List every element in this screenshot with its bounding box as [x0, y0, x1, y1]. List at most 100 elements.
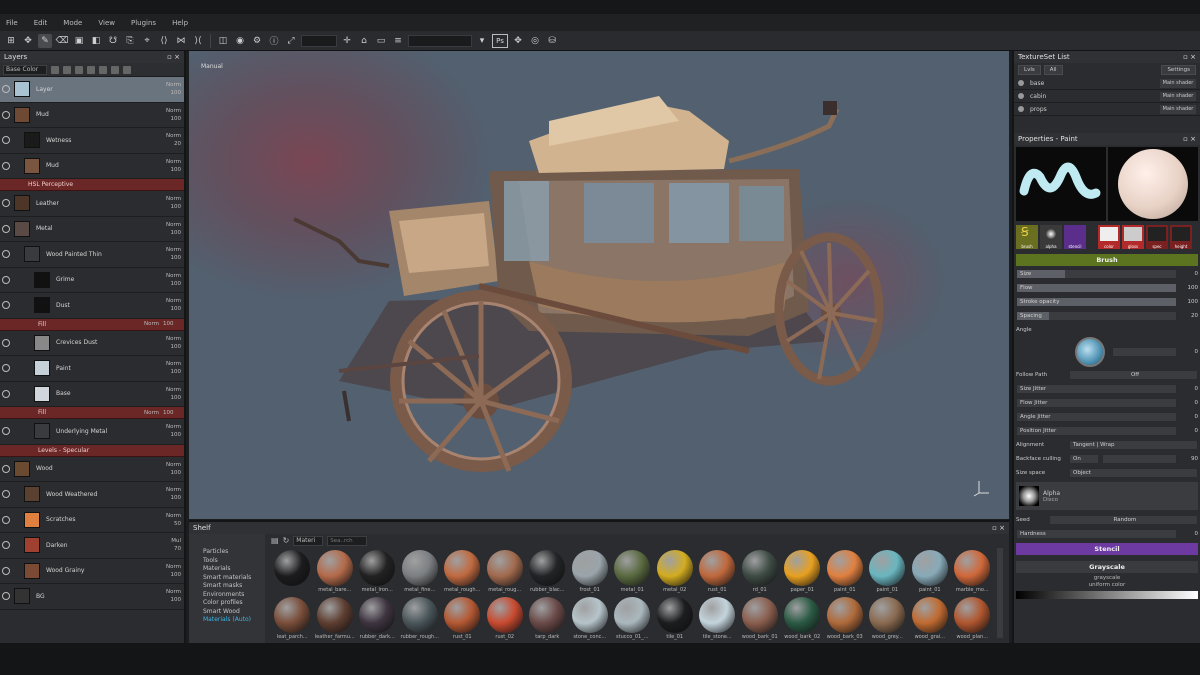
- layer-effect-row[interactable]: HSL Perceptive: [0, 179, 184, 191]
- textureset-visibility-icon[interactable]: [1018, 106, 1024, 112]
- layer-row[interactable]: BG Norm 100: [0, 584, 184, 610]
- material-item[interactable]: [271, 550, 314, 593]
- textureset-row[interactable]: props Main shader: [1014, 103, 1200, 116]
- layer-opacity[interactable]: 100: [160, 229, 182, 237]
- layer-blend-mode[interactable]: Norm: [160, 335, 181, 343]
- material-item[interactable]: wood_bark_01: [739, 597, 782, 640]
- channel-select[interactable]: Base Color: [3, 64, 47, 75]
- photoshop-button[interactable]: Ps: [492, 33, 508, 48]
- mirror-icon[interactable]: ⋈: [174, 34, 188, 48]
- textureset-row[interactable]: cabin Main shader: [1014, 90, 1200, 103]
- jitter-slider[interactable]: Angle Jitter: [1016, 411, 1177, 422]
- brush-param-slider[interactable]: Spacing: [1016, 310, 1177, 321]
- shelf-category[interactable]: Smart materials: [203, 574, 265, 583]
- hardness-slider[interactable]: Hardness: [1016, 528, 1177, 539]
- visibility-eye-icon[interactable]: [2, 85, 10, 94]
- picker-icon[interactable]: ⌖: [140, 34, 154, 48]
- shelf-category[interactable]: Tools: [203, 557, 265, 566]
- material-item[interactable]: metal_bare...: [314, 550, 357, 593]
- layer-blend-mode[interactable]: Norm: [144, 320, 159, 328]
- spec-swatch[interactable]: spec: [1146, 225, 1168, 249]
- layer-opacity[interactable]: 50: [160, 520, 181, 528]
- textureset-shader[interactable]: Main shader: [1160, 104, 1196, 114]
- alpha-swatch[interactable]: alpha: [1040, 225, 1062, 249]
- alignment-select[interactable]: Tangent | Wrap: [1069, 439, 1198, 450]
- size-space-select[interactable]: Object: [1069, 467, 1198, 478]
- textureset-close-icon[interactable]: ▫ ×: [1183, 53, 1196, 61]
- layer-effect-row[interactable]: Fill Norm 100: [0, 318, 184, 331]
- shelf-grid-icon[interactable]: ▤: [271, 536, 279, 545]
- lock-icon[interactable]: ⌂: [357, 34, 371, 48]
- material-item[interactable]: wood_grey...: [866, 597, 909, 640]
- shelf-category[interactable]: Smart masks: [203, 582, 265, 591]
- visibility-eye-icon[interactable]: [2, 110, 10, 119]
- layer-opacity[interactable]: 100: [160, 571, 182, 579]
- layer-row[interactable]: Mud Norm 100: [0, 154, 184, 179]
- shelf-filter-select[interactable]: Materi: [293, 535, 324, 546]
- visibility-eye-icon[interactable]: [2, 250, 10, 259]
- layers-icon[interactable]: ≡: [391, 34, 405, 48]
- layer-row[interactable]: Wood Painted Thin Norm 100: [0, 242, 184, 268]
- jitter-slider[interactable]: Size Jitter: [1016, 383, 1177, 394]
- visibility-eye-icon[interactable]: [2, 490, 10, 499]
- shelf-close-icon[interactable]: ▫ ×: [992, 524, 1005, 532]
- brush-param-slider[interactable]: Stroke opacity: [1016, 296, 1177, 307]
- layer-blend-mode[interactable]: Norm: [160, 512, 181, 520]
- folder-icon[interactable]: [99, 65, 107, 74]
- visibility-eye-icon[interactable]: [2, 301, 10, 310]
- material-item[interactable]: stucco_01_...: [611, 597, 654, 640]
- layer-blend-mode[interactable]: Norm: [160, 81, 181, 89]
- fill-icon[interactable]: ◧: [89, 34, 103, 48]
- layer-opacity[interactable]: 100: [160, 494, 182, 502]
- shelf-category[interactable]: Materials (Auto): [203, 616, 265, 625]
- layer-row[interactable]: Layer Norm 100: [0, 77, 184, 103]
- duplicate-icon[interactable]: [111, 65, 119, 74]
- height-swatch[interactable]: height: [1170, 225, 1192, 249]
- textureset-shader[interactable]: Main shader: [1160, 78, 1196, 88]
- add-fill-icon[interactable]: [63, 65, 71, 74]
- material-item[interactable]: tile_01: [654, 597, 697, 640]
- layer-opacity[interactable]: 100: [160, 115, 182, 123]
- layer-opacity[interactable]: 100: [160, 596, 182, 604]
- layer-row[interactable]: Metal Norm 100: [0, 217, 184, 242]
- layer-opacity[interactable]: 100: [160, 343, 182, 351]
- visibility-eye-icon[interactable]: [2, 136, 10, 145]
- adjust-icon[interactable]: ✥: [511, 34, 525, 48]
- brush-param-slider[interactable]: Flow: [1016, 282, 1177, 293]
- layer-opacity[interactable]: 100: [160, 280, 182, 288]
- material-item[interactable]: frost_01: [569, 550, 612, 593]
- material-item[interactable]: metal_roug...: [484, 550, 527, 593]
- add-effect-icon[interactable]: [87, 65, 95, 74]
- material-item[interactable]: paint_01: [824, 550, 867, 593]
- material-item[interactable]: tile_stone...: [696, 597, 739, 640]
- material-item[interactable]: metal_01: [611, 550, 654, 593]
- textureset-shader[interactable]: Main shader: [1160, 91, 1196, 101]
- material-item[interactable]: leat_parch...: [271, 597, 314, 640]
- menu-item-help[interactable]: Help: [172, 19, 188, 27]
- layer-row[interactable]: Wood Grainy Norm 100: [0, 559, 184, 584]
- shelf-category[interactable]: Color profiles: [203, 599, 265, 608]
- material-item[interactable]: rubber_blac...: [526, 550, 569, 593]
- layer-blend-mode[interactable]: Norm: [160, 221, 181, 229]
- layer-effect-row[interactable]: Fill Norm 100: [0, 407, 184, 419]
- 3d-viewport[interactable]: Manual: [189, 51, 1009, 519]
- angle-knob[interactable]: [1075, 337, 1105, 367]
- camera-icon[interactable]: ◫: [216, 34, 230, 48]
- settings-icon[interactable]: ⚙: [250, 34, 264, 48]
- properties-close-icon[interactable]: ▫ ×: [1183, 135, 1196, 143]
- shelf-refresh-icon[interactable]: ↻: [283, 536, 290, 545]
- material-item[interactable]: tarp_dark: [526, 597, 569, 640]
- seed-field[interactable]: Random: [1049, 514, 1198, 525]
- menu-item-file[interactable]: File: [6, 19, 18, 27]
- material-item[interactable]: wood_bark_03: [824, 597, 867, 640]
- visibility-eye-icon[interactable]: [2, 464, 10, 473]
- material-item[interactable]: wood_bark_02: [781, 597, 824, 640]
- visibility-eye-icon[interactable]: [2, 389, 10, 398]
- layer-opacity[interactable]: 100: [160, 166, 182, 174]
- visibility-eye-icon[interactable]: [2, 199, 10, 208]
- layer-blend-mode[interactable]: Norm: [160, 563, 181, 571]
- visibility-eye-icon[interactable]: [2, 161, 10, 170]
- layer-opacity[interactable]: 100: [160, 431, 182, 439]
- add-mask-icon[interactable]: [75, 65, 83, 74]
- material-item[interactable]: stone_conc...: [569, 597, 612, 640]
